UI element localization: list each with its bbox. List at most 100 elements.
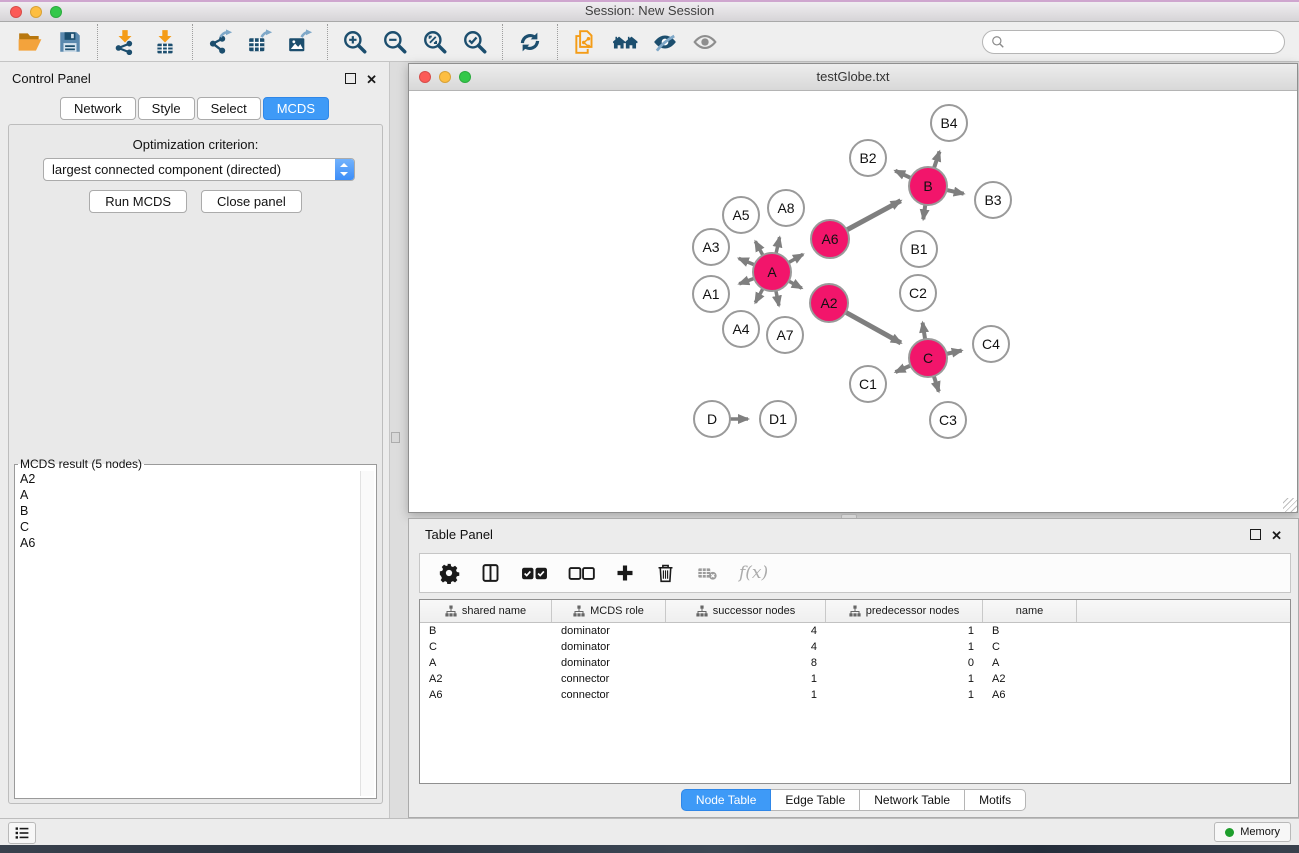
table-row[interactable]: A2connector11A2 [420, 671, 1290, 687]
column-visibility-icon[interactable] [480, 560, 501, 586]
graph-node-label-A6: A6 [821, 231, 838, 247]
table-panel: Table Panel ✕ f(x) shared nameMCDS ro [408, 518, 1299, 818]
show-all-icon[interactable] [685, 26, 725, 58]
application-window: Session: New Session Control Panel [0, 0, 1299, 853]
delete-column-icon[interactable] [655, 560, 676, 586]
tab-select[interactable]: Select [197, 97, 261, 120]
mcds-result-title: MCDS result (5 nodes) [18, 457, 144, 471]
export-image-icon[interactable] [280, 26, 320, 58]
graph-node-label-C1: C1 [859, 376, 877, 392]
tab-mcds[interactable]: MCDS [263, 97, 329, 120]
window-title: Session: New Session [0, 3, 1299, 18]
import-table-icon[interactable] [145, 26, 185, 58]
table-cell: 4 [666, 625, 826, 637]
task-history-button[interactable] [8, 822, 36, 844]
table-toolbar: f(x) [419, 553, 1291, 593]
table-cell: connector [552, 689, 666, 701]
toolbar-separator [327, 24, 328, 60]
reset-view-icon[interactable] [605, 26, 645, 58]
column-header-successor-nodes[interactable]: successor nodes [666, 600, 826, 622]
graph-node-label-C3: C3 [939, 412, 957, 428]
table-row[interactable]: Adominator80A [420, 655, 1290, 671]
delete-table-icon[interactable] [696, 560, 719, 586]
column-header-predecessor-nodes[interactable]: predecessor nodes [826, 600, 983, 622]
duplicate-network-icon[interactable] [565, 26, 605, 58]
open-session-icon[interactable] [10, 26, 50, 58]
tab-network[interactable]: Network [60, 97, 136, 120]
table-cell: B [983, 625, 1077, 637]
table-row[interactable]: A6connector11A6 [420, 687, 1290, 703]
import-network-icon[interactable] [105, 26, 145, 58]
graph-node-label-A4: A4 [732, 321, 749, 337]
result-item-c: C [17, 519, 360, 535]
function-builder-icon[interactable]: f(x) [739, 560, 768, 586]
desktop-background-strip [0, 845, 1299, 853]
hide-selected-icon[interactable] [645, 26, 685, 58]
tab-edge-table[interactable]: Edge Table [771, 789, 860, 811]
table-cell: A6 [983, 689, 1077, 701]
graph-node-label-D1: D1 [769, 411, 787, 427]
zoom-in-icon[interactable] [335, 26, 375, 58]
save-session-icon[interactable] [50, 26, 90, 58]
column-header-mcds-role[interactable]: MCDS role [552, 600, 666, 622]
criterion-selected-value: largest connected component (directed) [44, 162, 335, 177]
deselect-all-icon[interactable] [568, 560, 595, 586]
main-toolbar [0, 22, 1299, 62]
run-mcds-button[interactable]: Run MCDS [89, 190, 187, 213]
search-field[interactable] [982, 30, 1285, 54]
control-panel-tabs: NetworkStyleSelectMCDS [0, 97, 389, 120]
add-column-icon[interactable] [615, 560, 635, 586]
network-window-titlebar[interactable]: testGlobe.txt [409, 64, 1297, 91]
graph-node-label-B3: B3 [984, 192, 1001, 208]
table-cell: C [420, 641, 552, 653]
float-table-panel-button[interactable] [1250, 527, 1261, 545]
table-row[interactable]: Cdominator41C [420, 639, 1290, 655]
graph-node-label-A1: A1 [702, 286, 719, 302]
table-cell: A2 [983, 673, 1077, 685]
criterion-select[interactable]: largest connected component (directed) [43, 158, 355, 181]
graph-node-label-A: A [767, 264, 777, 280]
graph-node-label-A8: A8 [777, 200, 794, 216]
column-header-name[interactable]: name [983, 600, 1077, 622]
memory-button[interactable]: Memory [1214, 822, 1291, 842]
optimization-criterion-label: Optimization criterion: [9, 137, 382, 152]
close-table-panel-button[interactable]: ✕ [1271, 530, 1282, 542]
tab-network-table[interactable]: Network Table [860, 789, 965, 811]
result-item-a2: A2 [17, 471, 360, 487]
network-canvas-area[interactable]: B4B2BB3A5A8A6B1A3AC2A1A2A4A7C4CC1C3DD1 [410, 91, 1296, 511]
graph-node-label-B1: B1 [910, 241, 927, 257]
refresh-layout-icon[interactable] [510, 26, 550, 58]
titlebar: Session: New Session [0, 0, 1299, 22]
zoom-fit-icon[interactable] [415, 26, 455, 58]
search-icon [991, 35, 1005, 49]
memory-status-icon [1225, 828, 1234, 837]
table-panel-title: Table Panel [425, 527, 493, 542]
table-body: Bdominator41BCdominator41CAdominator80AA… [420, 623, 1290, 703]
close-panel-button[interactable]: ✕ [366, 74, 377, 86]
node-table: shared nameMCDS rolesuccessor nodesprede… [419, 599, 1291, 784]
export-network-icon[interactable] [200, 26, 240, 58]
table-row[interactable]: Bdominator41B [420, 623, 1290, 639]
result-scrollbar[interactable] [360, 471, 374, 796]
table-panel-tabs: Node TableEdge TableNetwork TableMotifs [409, 789, 1298, 811]
table-mode-gear-icon[interactable] [438, 560, 460, 586]
float-panel-button[interactable] [345, 71, 356, 89]
search-input[interactable] [1010, 32, 1284, 52]
tab-motifs[interactable]: Motifs [965, 789, 1026, 811]
table-cell: dominator [552, 625, 666, 637]
close-panel-button-inline[interactable]: Close panel [201, 190, 302, 213]
window-resize-grip[interactable] [1283, 498, 1297, 512]
zoom-out-icon[interactable] [375, 26, 415, 58]
tab-style[interactable]: Style [138, 97, 195, 120]
select-all-icon[interactable] [521, 560, 548, 586]
tab-node-table[interactable]: Node Table [681, 789, 772, 811]
table-cell: dominator [552, 657, 666, 669]
network-canvas[interactable]: B4B2BB3A5A8A6B1A3AC2A1A2A4A7C4CC1C3DD1 [410, 91, 1296, 511]
zoom-selected-icon[interactable] [455, 26, 495, 58]
export-table-icon[interactable] [240, 26, 280, 58]
column-header-shared-name[interactable]: shared name [420, 600, 552, 622]
table-cell: A6 [420, 689, 552, 701]
toolbar-separator [502, 24, 503, 60]
graph-node-label-B: B [923, 178, 932, 194]
graph-node-label-C2: C2 [909, 285, 927, 301]
